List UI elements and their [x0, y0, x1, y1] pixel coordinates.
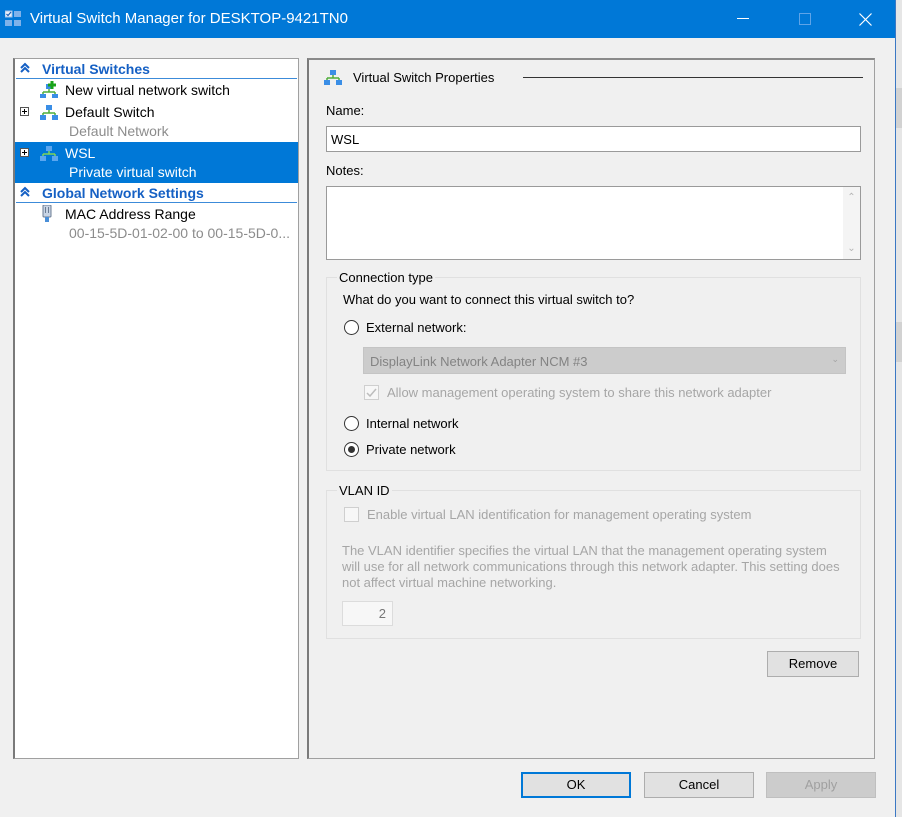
network-adapter-icon	[42, 205, 52, 222]
allow-management-label: Allow management operating system to sha…	[387, 385, 772, 400]
name-input[interactable]	[326, 126, 861, 152]
dropdown-value: DisplayLink Network Adapter NCM #3	[370, 354, 588, 369]
checkmark-icon	[366, 388, 377, 398]
name-label: Name:	[326, 103, 365, 118]
properties-heading: Virtual Switch Properties	[323, 68, 863, 88]
tree-item-label: WSL	[65, 145, 96, 161]
close-icon	[858, 12, 872, 26]
tree-item-sublabel: Private virtual switch	[69, 164, 197, 180]
notes-textarea[interactable]: ⌃ ⌄	[326, 186, 861, 260]
radio-label: External network:	[366, 320, 467, 335]
apply-button[interactable]: Apply	[766, 772, 876, 798]
notes-scrollbar[interactable]: ⌃ ⌄	[843, 187, 860, 259]
collapse-chevron-icon	[20, 62, 30, 73]
tree-item-default-switch[interactable]: Default Switch Default Network	[15, 101, 298, 142]
remove-button[interactable]: Remove	[767, 651, 859, 677]
notes-label: Notes:	[326, 163, 364, 178]
radio-button[interactable]	[344, 320, 359, 335]
expand-icon[interactable]	[20, 148, 29, 157]
network-switch-icon	[40, 146, 58, 161]
minimize-button[interactable]	[720, 0, 766, 38]
section-label: Global Network Settings	[42, 185, 204, 201]
network-switch-icon	[40, 105, 58, 120]
tree-item-label: New virtual network switch	[65, 82, 230, 98]
connection-question: What do you want to connect this virtual…	[343, 292, 635, 307]
radio-label: Internal network	[366, 416, 459, 431]
chevron-down-icon: ⌄	[831, 354, 839, 364]
tree-item-mac-address-range[interactable]: MAC Address Range 00-15-5D-01-02-00 to 0…	[15, 203, 298, 244]
properties-title: Virtual Switch Properties	[353, 70, 495, 85]
section-virtual-switches[interactable]: Virtual Switches	[16, 59, 297, 79]
virtual-switch-manager-icon	[5, 10, 21, 26]
tree-item-wsl[interactable]: WSL Private virtual switch	[15, 142, 298, 183]
section-global-network-settings[interactable]: Global Network Settings	[16, 183, 297, 203]
maximize-button[interactable]	[782, 0, 828, 38]
desktop-background	[895, 0, 902, 817]
cancel-button[interactable]: Cancel	[644, 772, 754, 798]
tree-item-label: MAC Address Range	[65, 206, 196, 222]
external-adapter-dropdown[interactable]: DisplayLink Network Adapter NCM #3 ⌄	[363, 347, 846, 374]
radio-button[interactable]	[344, 442, 359, 457]
switch-tree-panel[interactable]: Virtual Switches New virtual network swi…	[13, 58, 299, 759]
window-title: Virtual Switch Manager for DESKTOP-9421T…	[30, 10, 348, 27]
new-switch-icon	[40, 81, 58, 98]
collapse-chevron-icon	[20, 186, 30, 197]
tree-item-label: Default Switch	[65, 104, 155, 120]
network-switch-icon	[324, 70, 342, 85]
connection-type-title: Connection type	[337, 270, 435, 285]
vlan-id-title: VLAN ID	[337, 483, 392, 498]
radio-label: Private network	[366, 442, 456, 457]
enable-vlan-label: Enable virtual LAN identification for ma…	[367, 507, 752, 522]
tree-item-new-virtual-network-switch[interactable]: New virtual network switch	[15, 79, 298, 101]
vlan-id-input[interactable]: 2	[342, 601, 393, 626]
close-button[interactable]	[842, 0, 888, 38]
allow-management-checkbox[interactable]	[364, 385, 379, 400]
vlan-id-group: VLAN ID Enable virtual LAN identificatio…	[326, 483, 861, 639]
background-window-edge	[896, 88, 902, 128]
ok-button[interactable]: OK	[521, 772, 631, 798]
tree-item-sublabel: 00-15-5D-01-02-00 to 00-15-5D-0...	[69, 225, 291, 241]
title-bar[interactable]: Virtual Switch Manager for DESKTOP-9421T…	[0, 0, 895, 38]
heading-divider	[523, 77, 863, 78]
enable-vlan-checkbox[interactable]	[344, 507, 359, 522]
virtual-switch-manager-window: Virtual Switch Manager for DESKTOP-9421T…	[0, 0, 895, 817]
scroll-down-icon[interactable]: ⌄	[843, 240, 860, 257]
connection-type-group: Connection type What do you want to conn…	[326, 270, 861, 471]
radio-button[interactable]	[344, 416, 359, 431]
minimize-icon	[737, 18, 749, 19]
section-label: Virtual Switches	[42, 61, 150, 77]
maximize-icon	[799, 13, 811, 25]
background-window-edge	[896, 322, 902, 362]
scroll-up-icon[interactable]: ⌃	[843, 189, 860, 206]
vlan-description: The VLAN identifier specifies the virtua…	[342, 543, 840, 590]
expand-icon[interactable]	[20, 107, 29, 116]
tree-item-sublabel: Default Network	[69, 123, 169, 139]
